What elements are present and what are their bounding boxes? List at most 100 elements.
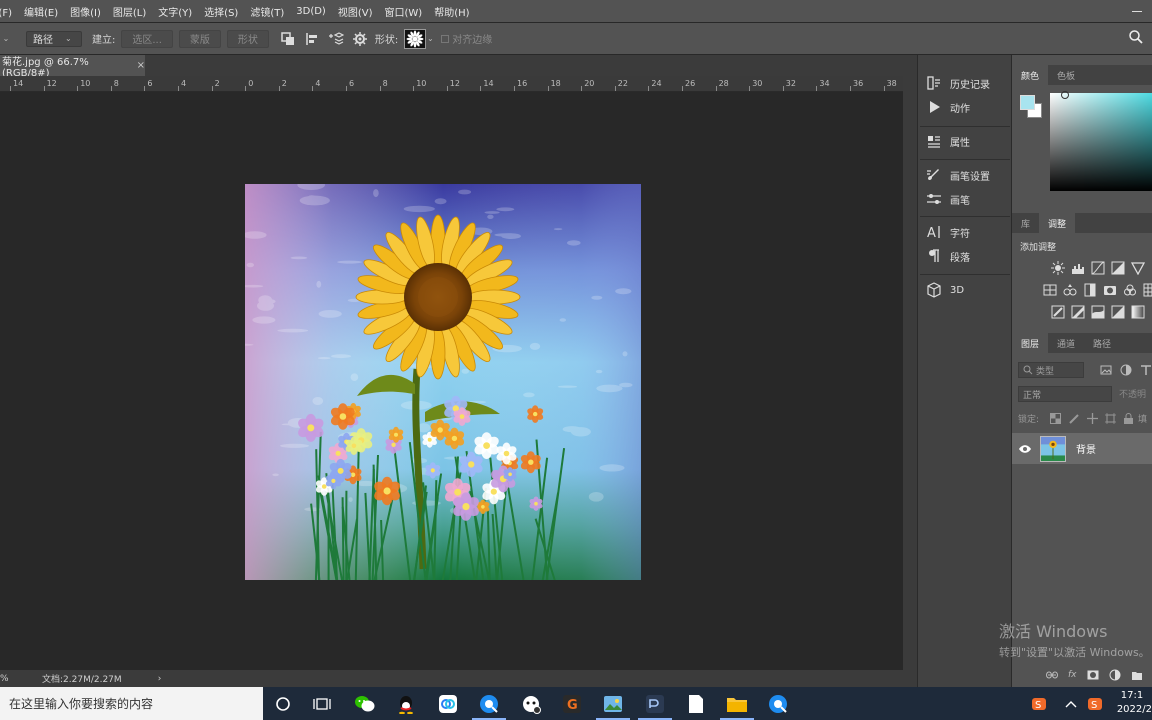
layer-kind-filter[interactable]: 类型 <box>1018 362 1084 378</box>
menu-layer[interactable]: 图层(L) <box>107 4 152 19</box>
vibrance-icon[interactable] <box>1130 261 1146 275</box>
dock-character[interactable]: A 字符 <box>926 224 970 240</box>
image-viewer-icon[interactable] <box>596 693 630 720</box>
chevron-up-icon[interactable] <box>1060 693 1082 715</box>
taskbar-clock[interactable]: 17:1 2022/2 <box>1112 689 1152 717</box>
layer-row-background[interactable]: 背景 <box>1012 433 1152 464</box>
menu-select[interactable]: 选择(S) <box>198 4 244 19</box>
baidu-netdisk-icon[interactable] <box>437 693 459 715</box>
menu-3d[interactable]: 3D(D) <box>290 6 332 17</box>
tab-paths[interactable]: 路径 <box>1084 333 1120 353</box>
tab-channels[interactable]: 通道 <box>1048 333 1084 353</box>
curves-icon[interactable] <box>1090 261 1106 275</box>
filter-type-icon[interactable] <box>1138 363 1152 377</box>
menu-type[interactable]: 文字(Y) <box>152 4 198 19</box>
taskbar-search-box[interactable]: 在这里输入你要搜索的内容 <box>0 687 263 720</box>
path-arrangement-icon[interactable] <box>327 30 345 48</box>
task-view-icon[interactable] <box>311 693 333 715</box>
tab-libraries[interactable]: 库 <box>1012 213 1039 233</box>
color-balance-icon[interactable] <box>1062 283 1078 297</box>
path-operations-icon[interactable] <box>279 30 297 48</box>
tab-color[interactable]: 颜色 <box>1012 65 1049 85</box>
cortana-icon[interactable] <box>272 693 294 715</box>
tool-preset-caret-icon[interactable]: ⌄ <box>0 30 12 48</box>
dock-brushes[interactable]: 画笔 <box>926 191 970 207</box>
blend-mode-select[interactable]: 正常 <box>1018 386 1112 402</box>
close-icon[interactable]: × <box>137 60 145 71</box>
link-layers-icon[interactable] <box>1046 669 1058 681</box>
photo-filter-icon[interactable] <box>1102 283 1118 297</box>
lock-artboard-icon[interactable] <box>1102 411 1118 425</box>
new-group-icon[interactable] <box>1131 669 1143 681</box>
browser-icon[interactable] <box>472 693 506 720</box>
dock-properties[interactable]: 属性 <box>926 133 970 149</box>
dock-history[interactable]: 历史记录 <box>926 75 990 91</box>
threshold-icon[interactable] <box>1090 305 1106 319</box>
tab-adjustments[interactable]: 调整 <box>1039 213 1076 233</box>
lock-position-icon[interactable] <box>1084 411 1100 425</box>
foreground-color-swatch[interactable] <box>1020 95 1035 110</box>
g-app-icon[interactable]: G <box>561 693 583 715</box>
lock-transparency-icon[interactable] <box>1047 411 1063 425</box>
gradient-map-icon[interactable] <box>1130 305 1146 319</box>
lock-all-icon[interactable] <box>1120 411 1136 425</box>
add-mask-icon[interactable] <box>1087 669 1099 681</box>
document-icon[interactable] <box>685 693 707 715</box>
gear-icon[interactable] <box>351 30 369 48</box>
menu-filter[interactable]: 滤镜(T) <box>244 4 290 19</box>
file-explorer-icon[interactable] <box>720 693 754 720</box>
eye-icon[interactable] <box>1018 444 1032 454</box>
color-field[interactable] <box>1050 93 1152 191</box>
path-alignment-icon[interactable] <box>303 30 321 48</box>
layer-name[interactable]: 背景 <box>1076 441 1096 456</box>
levels-icon[interactable] <box>1070 261 1086 275</box>
menu-file[interactable]: 文件(F) <box>0 4 18 19</box>
dock-actions[interactable]: 动作 <box>926 99 970 115</box>
posterize-icon[interactable] <box>1070 305 1086 319</box>
make-selection-button[interactable]: 选区... <box>121 29 173 48</box>
dock-3d[interactable]: 3D <box>926 282 964 298</box>
wechat-icon[interactable] <box>354 693 376 715</box>
vertical-scrollbar[interactable] <box>903 55 917 670</box>
status-expand-icon[interactable]: › <box>158 674 162 684</box>
shape-picker-caret-icon[interactable]: ⌄ <box>426 30 434 48</box>
invert-icon[interactable] <box>1050 305 1066 319</box>
filter-adjustment-icon[interactable] <box>1118 363 1134 377</box>
align-edges-checkbox[interactable] <box>440 30 450 48</box>
tab-swatches[interactable]: 色板 <box>1048 65 1084 85</box>
new-adjustment-layer-icon[interactable] <box>1109 669 1121 681</box>
browser-secondary-icon[interactable] <box>767 693 789 715</box>
dock-paragraph[interactable]: 段落 <box>926 248 970 264</box>
mode-select[interactable]: 路径 ⌄ <box>26 30 82 47</box>
hue-saturation-icon[interactable] <box>1042 283 1058 297</box>
document-tab[interactable]: 菊花.jpg @ 66.7%(RGB/8#) × <box>0 55 145 79</box>
shape-picker[interactable] <box>404 28 427 49</box>
sunflower-artwork[interactable] <box>245 184 641 580</box>
photoshop-taskbar-icon[interactable] <box>638 693 672 720</box>
channel-mixer-icon[interactable] <box>1122 283 1138 297</box>
color-picker-marker[interactable] <box>1061 91 1069 99</box>
exposure-icon[interactable] <box>1110 261 1126 275</box>
tab-layers[interactable]: 图层 <box>1012 333 1049 353</box>
color-lookup-icon[interactable] <box>1142 283 1152 297</box>
make-mask-button[interactable]: 蒙版 <box>178 29 221 48</box>
make-shape-button[interactable]: 形状 <box>226 29 269 48</box>
qq-icon[interactable] <box>395 693 417 715</box>
brightness-icon[interactable] <box>1050 261 1066 275</box>
menu-help[interactable]: 帮助(H) <box>428 4 475 19</box>
layer-style-button[interactable]: fx <box>1068 670 1077 680</box>
search-icon[interactable] <box>1128 29 1146 47</box>
filter-image-icon[interactable] <box>1098 363 1114 377</box>
dock-brush-settings[interactable]: 画笔设置 <box>926 167 990 183</box>
menu-view[interactable]: 视图(V) <box>332 4 379 19</box>
menu-image[interactable]: 图像(I) <box>64 4 107 19</box>
lock-pixels-icon[interactable] <box>1066 411 1082 425</box>
tray-app-icon[interactable]: S <box>1028 693 1050 715</box>
minimize-button[interactable] <box>1130 4 1144 18</box>
selective-color-icon[interactable] <box>1110 305 1126 319</box>
menu-edit[interactable]: 编辑(E) <box>18 4 64 19</box>
zoom-readout[interactable]: % <box>0 674 30 684</box>
black-white-icon[interactable] <box>1082 283 1098 297</box>
pet-app-icon[interactable] <box>520 693 542 715</box>
tray-input-icon[interactable]: S <box>1084 693 1106 715</box>
